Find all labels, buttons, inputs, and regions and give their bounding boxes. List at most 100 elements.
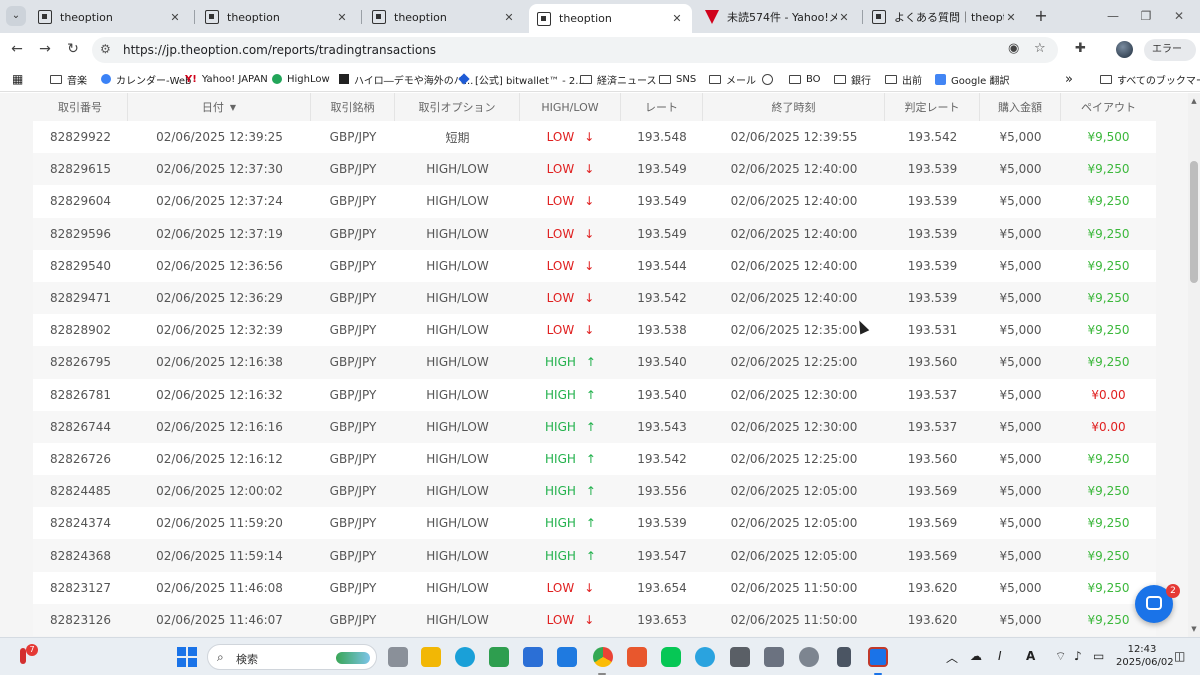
bookmark-item[interactable]: Google 翻訳 [935, 71, 1009, 87]
chrome-icon[interactable] [593, 647, 613, 667]
cell-option: HIGH/LOW [426, 612, 489, 627]
skype-icon[interactable] [557, 647, 577, 667]
page-scrollbar[interactable]: ▲ ▼ [1188, 93, 1200, 637]
taskbar-search[interactable]: ⌕ 検索 [207, 644, 377, 670]
direction-label: LOW [546, 291, 575, 306]
bookmark-item[interactable]: 銀行 [834, 71, 871, 87]
bookmark-item[interactable] [762, 71, 778, 87]
cell-date: 02/06/2025 11:46:08 [156, 580, 283, 595]
close-icon[interactable]: ✕ [168, 11, 182, 24]
bookmark-item[interactable]: メール [709, 71, 756, 87]
close-icon[interactable]: ✕ [670, 12, 684, 25]
profile-avatar[interactable] [1116, 41, 1133, 58]
toolbox-icon[interactable] [627, 647, 647, 667]
telegram-icon[interactable] [695, 647, 715, 667]
close-icon[interactable]: ✕ [502, 11, 516, 24]
browser-tab[interactable]: theoption ✕ [364, 4, 524, 30]
cloud-icon[interactable]: ☁ [970, 649, 982, 663]
cell-rate: 193.653 [637, 612, 687, 627]
theoption-icon [38, 10, 52, 24]
table-row: 82829540 02/06/2025 12:36:56 GBP/JPY HIGH/L… [33, 249, 1156, 282]
microphone-icon[interactable] [837, 647, 851, 667]
site-info-icon[interactable]: ⚙ [100, 42, 111, 56]
close-window-button[interactable]: ✕ [1164, 6, 1194, 26]
bookmark-item[interactable]: 音楽 [50, 71, 87, 87]
tab-search-button[interactable]: ⌄ [6, 6, 26, 26]
scrollbar-thumb[interactable] [1190, 161, 1198, 283]
browser-tab[interactable]: 未読574件 - Yahoo!メール ✕ [697, 4, 859, 30]
browser-tab[interactable]: theoption ✕ [30, 4, 190, 30]
clock-date: 2025/06/02 [1116, 657, 1174, 668]
pen-icon[interactable]: Ⅰ [998, 649, 1002, 663]
scroll-up-arrow[interactable]: ▲ [1188, 95, 1200, 107]
file-explorer-icon[interactable] [421, 647, 441, 667]
active-app-icon[interactable] [868, 647, 888, 667]
error-button[interactable]: エラー ⋮ [1144, 39, 1196, 77]
settings-gear-icon[interactable] [799, 647, 819, 667]
weather-badge: 7 [26, 644, 38, 656]
sort-desc-icon[interactable]: ▼ [230, 103, 236, 112]
address-bar[interactable]: ⚙ https://jp.theoption.com/reports/tradi… [92, 37, 1058, 63]
new-tab-button[interactable]: + [1031, 6, 1051, 26]
mail-app-icon[interactable] [730, 647, 750, 667]
browser-tab-active[interactable]: theoption ✕ [529, 4, 692, 33]
minimize-button[interactable]: — [1098, 6, 1128, 26]
line-icon[interactable] [661, 647, 681, 667]
all-bookmarks-folder[interactable]: すべてのブックマーク [1100, 71, 1200, 87]
cell-payout: ¥9,250 [1087, 162, 1130, 177]
package-icon[interactable] [764, 647, 784, 667]
direction-label: LOW [546, 162, 575, 177]
bookmark-item[interactable]: 経済ニュース [580, 71, 657, 87]
back-button[interactable]: ← [7, 39, 27, 59]
close-icon[interactable]: ✕ [837, 11, 851, 24]
ime-indicator[interactable]: A [1026, 649, 1035, 663]
bookmarks-bar: ▦ 音楽 カレンダー-Web Y! Yahoo! JAPAN HighLow ハイ… [0, 66, 1200, 92]
speaker-icon[interactable]: ♪ [1074, 649, 1082, 663]
bookmark-item[interactable]: 出前 [885, 71, 922, 87]
restore-button[interactable]: ❐ [1131, 6, 1161, 26]
arrow-down-icon: ↓ [584, 291, 595, 306]
close-icon[interactable]: ✕ [335, 11, 349, 24]
extensions-icon[interactable]: ✚ [1075, 41, 1086, 56]
weather-widget[interactable]: 7 [14, 644, 38, 668]
bookmark-item[interactable]: SNS [659, 71, 696, 87]
reload-button[interactable]: ↻ [63, 39, 83, 59]
battery-icon[interactable]: ▭ [1093, 649, 1104, 663]
cell-date: 02/06/2025 12:16:16 [156, 419, 283, 434]
start-button[interactable] [177, 647, 197, 667]
calendar-app-icon[interactable] [523, 647, 543, 667]
forward-button[interactable]: → [35, 39, 55, 59]
bookmark-item[interactable]: HighLow [272, 71, 330, 87]
system-clock[interactable]: 12:43 2025/06/02 [1116, 643, 1174, 669]
bookmark-item[interactable]: [公式] bitwallet™ - 2... [458, 71, 585, 87]
bookmark-item[interactable]: Y! Yahoo! JAPAN [185, 71, 268, 87]
column-header: 取引銘柄 [311, 93, 395, 121]
browser-tab[interactable]: よくある質問｜theoption ✕ [864, 4, 1026, 30]
url-text[interactable]: https://jp.theoption.com/reports/trading… [123, 43, 436, 57]
bookmark-item[interactable]: BO [789, 71, 821, 87]
column-header[interactable]: 日付 ▼ [128, 93, 311, 121]
folder-icon [580, 75, 592, 84]
stock-chart-icon[interactable] [489, 647, 509, 667]
bookmark-item[interactable]: カレンダー-Web [101, 71, 191, 87]
edge-icon[interactable] [455, 647, 475, 667]
task-view-icon[interactable] [388, 647, 408, 667]
browser-tab[interactable]: theoption ✕ [197, 4, 357, 30]
scroll-down-arrow[interactable]: ▼ [1188, 623, 1200, 635]
cell-end: 02/06/2025 12:40:00 [730, 258, 858, 273]
close-icon[interactable]: ✕ [1004, 11, 1018, 24]
start-tile [188, 658, 197, 667]
apps-grid-icon[interactable]: ▦ [12, 71, 23, 87]
more-bookmarks-button[interactable]: » [1065, 71, 1073, 87]
star-icon[interactable]: ☆ [1034, 41, 1046, 56]
eye-icon[interactable]: ◉ [1008, 41, 1019, 56]
cell-payout: ¥0.00 [1091, 387, 1126, 402]
folder-icon [834, 75, 846, 84]
bookmark-label: BO [806, 73, 821, 85]
notification-icon[interactable]: ◫ [1174, 649, 1185, 663]
chevron-up-icon[interactable]: ︿ [946, 649, 958, 666]
wifi-icon[interactable]: ⌔ [1055, 649, 1066, 664]
cell-dir: LOW ↓ [520, 162, 621, 176]
bookmark-item[interactable]: ハイロ―デモや海外のバ... [339, 71, 473, 87]
tab-label: 未読574件 - Yahoo!メール [727, 11, 837, 24]
